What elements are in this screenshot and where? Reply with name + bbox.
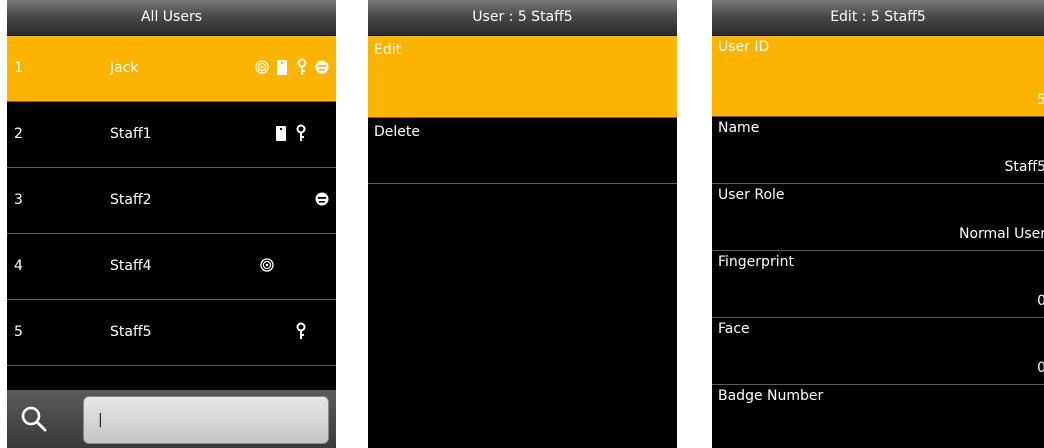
verification-icons: [255, 56, 329, 78]
field-fingerprint[interactable]: Fingerprint 0: [712, 251, 1044, 318]
field-face[interactable]: Face 0: [712, 318, 1044, 385]
field-label: Name: [718, 120, 760, 136]
field-value: Normal User: [958, 226, 1044, 242]
menu-item-label: Edit: [374, 42, 402, 58]
screen-title: All Users: [7, 0, 336, 36]
search-input[interactable]: [83, 396, 329, 444]
menu-item-edit[interactable]: Edit: [368, 36, 677, 118]
field-label: Fingerprint: [718, 254, 794, 270]
user-menu-screen: User : 5 Staff5 Edit Delete: [368, 0, 677, 448]
field-value: 0: [1037, 293, 1044, 309]
fingerprint-icon: [260, 258, 274, 272]
password-key-icon: [296, 322, 306, 339]
face-icon: [315, 60, 329, 74]
search-icon[interactable]: [19, 404, 49, 434]
all-users-screen: All Users 1 Jack 2 Staff1 3 Staff2 4 Sta…: [7, 0, 336, 448]
user-id: 2: [14, 126, 23, 142]
password-key-icon: [297, 58, 307, 75]
password-key-icon: [296, 124, 306, 141]
card-icon: [276, 126, 286, 141]
field-value: 0: [1037, 360, 1044, 376]
user-id: 3: [14, 192, 23, 208]
field-label: Badge Number: [718, 388, 824, 404]
user-id: 1: [14, 60, 23, 76]
user-name: Staff1: [110, 126, 152, 142]
menu-item-label: Delete: [374, 124, 420, 140]
user-row-5[interactable]: 5 Staff5: [7, 300, 336, 366]
verification-icons: [260, 254, 274, 276]
field-label: User Role: [718, 187, 785, 203]
search-bar: [7, 390, 336, 448]
screen-title: User : 5 Staff5: [368, 0, 677, 36]
field-name[interactable]: Name Staff5: [712, 117, 1044, 184]
user-row-4[interactable]: 4 Staff4: [7, 234, 336, 300]
user-name: Staff5: [110, 324, 152, 340]
field-label: User ID: [718, 39, 770, 55]
face-icon: [315, 192, 329, 206]
edit-user-screen: Edit : 5 Staff5 User ID 5 Name Staff5 Us…: [712, 0, 1044, 448]
user-row-2[interactable]: 2 Staff1: [7, 102, 336, 168]
menu-item-delete[interactable]: Delete: [368, 118, 677, 184]
user-name: Staff2: [110, 192, 152, 208]
field-user-role[interactable]: User Role Normal User: [712, 184, 1044, 251]
user-row-3[interactable]: 3 Staff2: [7, 168, 336, 234]
user-id: 4: [14, 258, 23, 274]
verification-icons: [294, 320, 308, 342]
user-name: Staff4: [110, 258, 152, 274]
field-label: Face: [718, 321, 750, 337]
screen-title: Edit : 5 Staff5: [712, 0, 1044, 36]
card-icon: [277, 60, 287, 75]
user-name: Jack: [110, 60, 139, 76]
field-user-id[interactable]: User ID 5: [712, 36, 1044, 117]
verification-icons: [274, 122, 308, 144]
user-row-1[interactable]: 1 Jack: [7, 36, 336, 102]
field-badge-number[interactable]: Badge Number: [712, 385, 1044, 448]
verification-icons: [315, 188, 329, 210]
field-value: 5: [1037, 92, 1044, 108]
field-value: Staff5: [1004, 159, 1044, 175]
fingerprint-icon: [255, 60, 269, 74]
user-id: 5: [14, 324, 23, 340]
